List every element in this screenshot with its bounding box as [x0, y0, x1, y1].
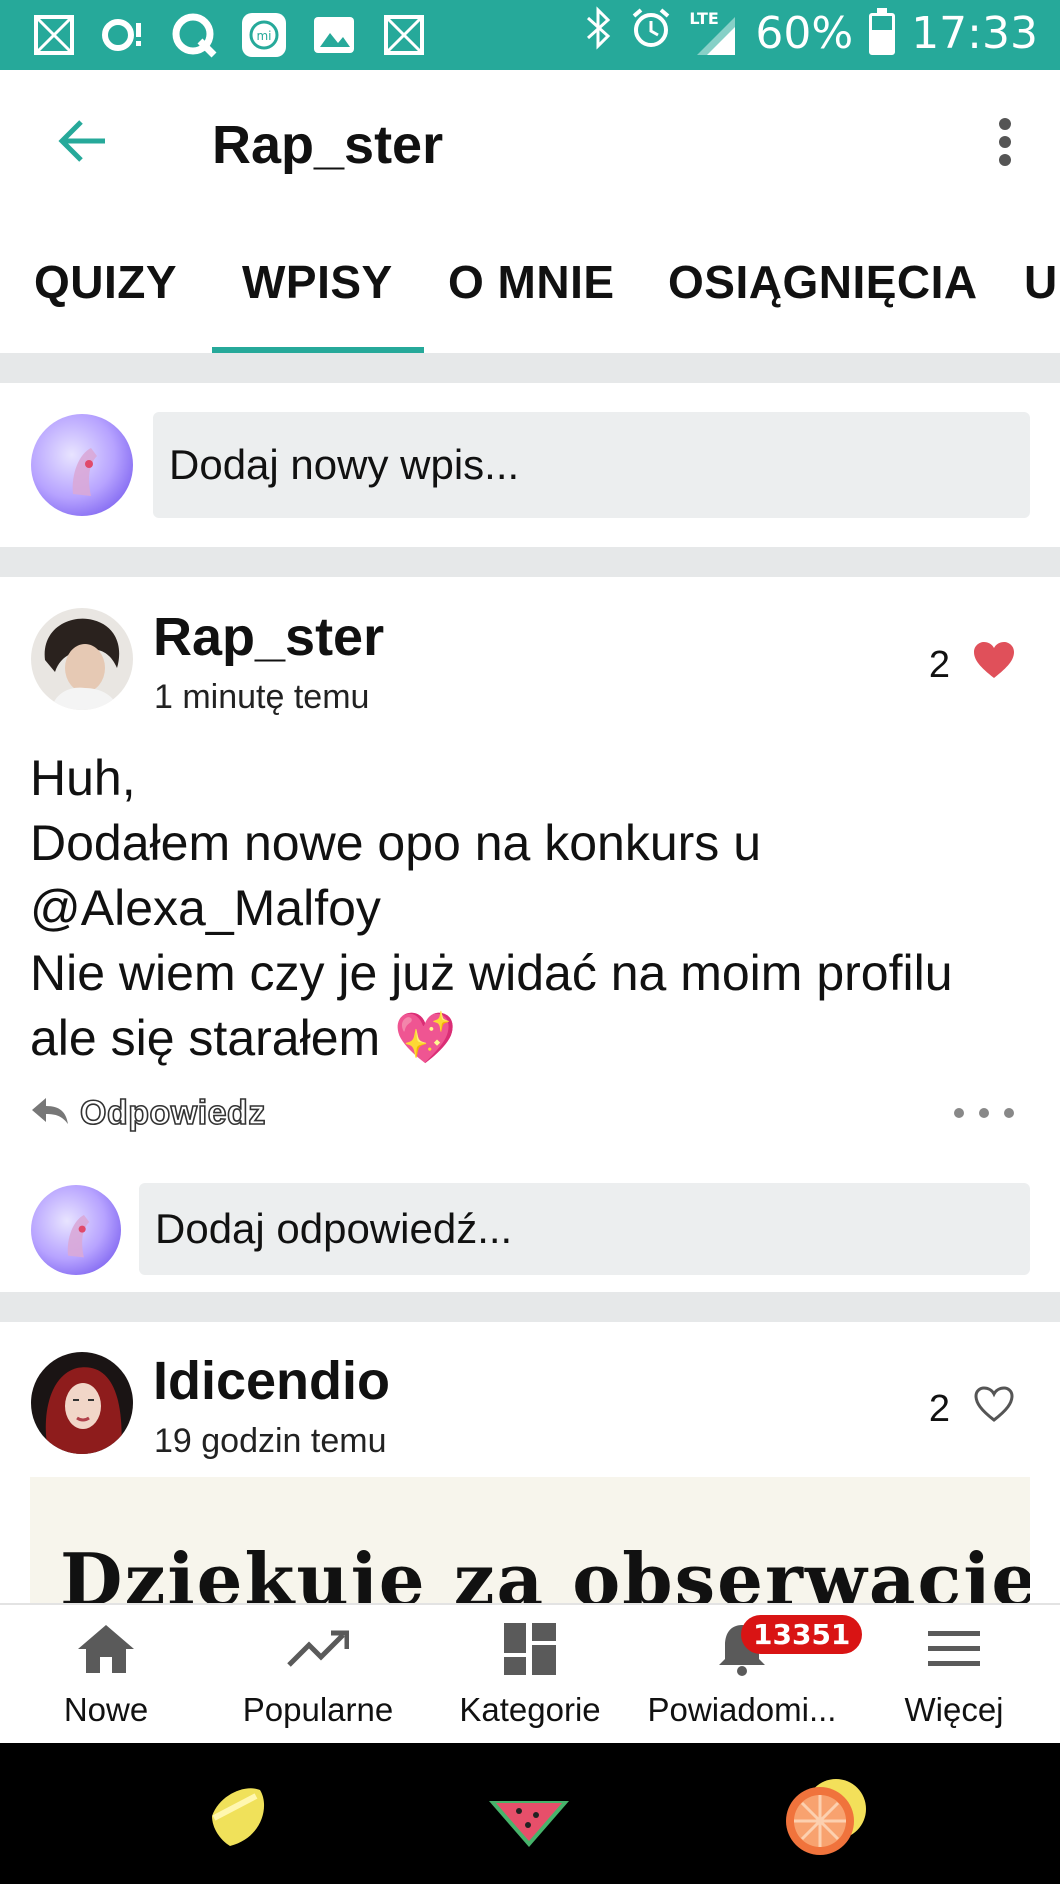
post-image-text: Dziekuje za obserwacje ! [60, 1537, 1030, 1603]
post-line: Nie wiem czy je już widać na moim profil… [30, 945, 953, 1001]
reply-input[interactable]: Dodaj odpowiedź... [139, 1183, 1030, 1275]
post-timestamp: 19 godzin temu [154, 1422, 387, 1460]
post-timestamp: 1 minutę temu [154, 678, 370, 716]
svg-text:mi: mi [256, 29, 271, 43]
nav-kategorie[interactable]: Kategorie [424, 1605, 636, 1745]
lemon-back-icon[interactable] [195, 1771, 285, 1861]
page-title: Rap_ster [212, 115, 444, 175]
status-bar-notifications: mi [30, 10, 428, 60]
app-bar: Rap_ster [0, 70, 1060, 215]
nav-label: Kategorie [459, 1691, 601, 1728]
reply-button[interactable]: Odpowiedz [30, 1093, 266, 1133]
divider [0, 353, 1060, 383]
author-avatar[interactable] [31, 608, 133, 710]
mention-link[interactable]: @Alexa_Malfoy [30, 876, 1040, 941]
tab-osiagniecia[interactable]: OSIĄGNIĘCIA [668, 255, 978, 309]
author-avatar[interactable] [31, 1352, 133, 1454]
nav-label: Więcej [904, 1691, 1004, 1728]
voicemail-icon [100, 10, 148, 60]
tab-quizy[interactable]: QUIZY [34, 255, 177, 309]
citrus-recents-icon[interactable] [780, 1771, 870, 1861]
post-line: Dodałem nowe opo na konkurs u [30, 815, 762, 871]
new-post-input[interactable]: Dodaj nowy wpis... [153, 412, 1030, 518]
bluetooth-icon [583, 6, 613, 61]
avatar [31, 414, 133, 516]
tab-wpisy[interactable]: WPISY [242, 255, 393, 309]
post-line: ale się starałem 💖 [30, 1010, 457, 1066]
status-bar: mi LTE 60% 17:33 [0, 0, 1060, 70]
home-icon [74, 1621, 138, 1677]
dashboard-icon [498, 1621, 562, 1677]
post-author[interactable]: Idicendio [153, 1350, 390, 1412]
post-line: Huh, [30, 750, 136, 806]
nav-label: Nowe [63, 1691, 149, 1728]
reply-placeholder: Dodaj odpowiedź... [155, 1205, 513, 1252]
like-button[interactable]: 2 [929, 640, 1016, 690]
app-notification-icon [380, 10, 428, 60]
mi-icon: mi [240, 10, 288, 60]
nav-powiadomienia[interactable]: 13351 Powiadomi... [636, 1605, 863, 1745]
reply-arrow-icon [30, 1096, 70, 1131]
watermelon-home-icon[interactable] [484, 1771, 574, 1861]
system-navigation-bar [0, 1743, 1060, 1884]
status-bar-system: LTE 60% 17:33 [583, 6, 1038, 61]
nav-wiecej[interactable]: Więcej [848, 1605, 1060, 1745]
post-body: Huh, Dodałem nowe opo na konkurs u @Alex… [30, 746, 1040, 1071]
nav-label: Powiadomi... [647, 1691, 837, 1728]
menu-icon [922, 1621, 986, 1677]
heart-filled-icon [972, 640, 1016, 690]
tab-u[interactable]: U [1024, 255, 1058, 309]
back-arrow-icon[interactable] [50, 112, 116, 170]
clock: 17:33 [911, 8, 1038, 59]
battery-level [872, 29, 893, 52]
like-button[interactable]: 2 [929, 1384, 1016, 1434]
like-count: 2 [928, 1387, 950, 1430]
profile-tabs: QUIZY WPISY O MNIE OSIĄGNIĘCIA U [0, 215, 1060, 353]
notification-badge: 13351 [741, 1615, 863, 1654]
post-more-icon[interactable] [954, 1098, 1014, 1128]
like-count: 2 [928, 643, 950, 686]
app-notification-icon [30, 10, 78, 60]
heart-outline-icon [972, 1384, 1016, 1434]
divider [0, 1292, 1060, 1322]
new-post-placeholder: Dodaj nowy wpis... [169, 441, 520, 488]
battery-icon [869, 7, 896, 55]
nav-popularne[interactable]: Popularne [212, 1605, 424, 1745]
reply-label: Odpowiedz [79, 1093, 266, 1133]
bottom-navigation: Nowe Popularne Kategorie 13351 Powiadomi… [0, 1603, 1060, 1743]
battery-percent: 60% [755, 8, 854, 59]
tab-o-mnie[interactable]: O MNIE [448, 255, 615, 309]
q-icon [170, 10, 218, 60]
more-vert-icon[interactable] [980, 112, 1030, 172]
image-icon [310, 10, 358, 60]
trending-icon [286, 1621, 350, 1677]
signal-icon: LTE [689, 9, 739, 59]
avatar [31, 1185, 121, 1275]
alarm-icon [629, 6, 673, 61]
divider [0, 547, 1060, 577]
nav-nowe[interactable]: Nowe [0, 1605, 212, 1745]
post-image[interactable]: Dziekuje za obserwacje ! [30, 1477, 1030, 1603]
post-author[interactable]: Rap_ster [153, 606, 384, 668]
nav-label: Popularne [242, 1691, 394, 1728]
